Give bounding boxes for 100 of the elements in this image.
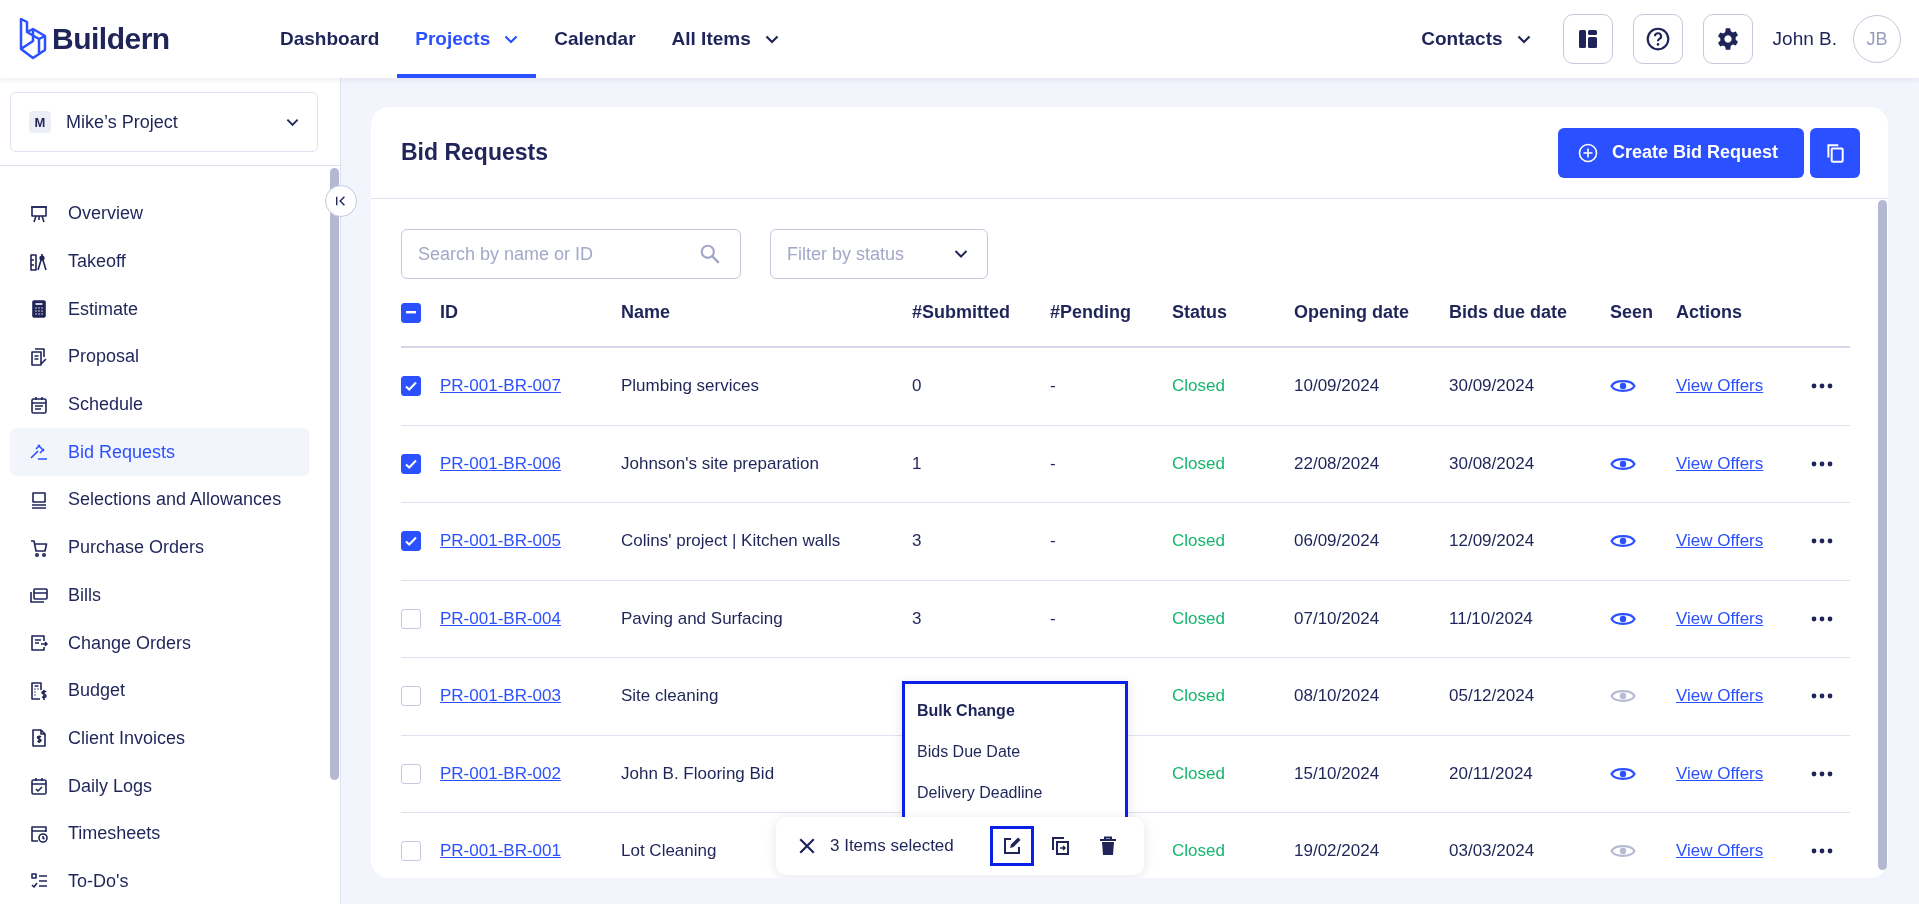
row-checkbox[interactable] <box>401 453 421 474</box>
bid-id-link[interactable]: PR-001-BR-006 <box>440 453 561 474</box>
sidebar-item[interactable]: To-Do's <box>10 857 309 904</box>
status-text: Closed <box>1172 608 1225 629</box>
nav-tab[interactable]: Projects <box>397 0 537 78</box>
column-header: ID <box>440 302 458 323</box>
menu-title: Bulk Change <box>917 701 1016 722</box>
bid-id-link[interactable]: PR-001-BR-003 <box>440 686 561 707</box>
compass-icon <box>29 251 49 272</box>
change-icon <box>29 633 49 654</box>
table-cell: 19/02/2024 <box>1294 841 1380 862</box>
more-icon[interactable] <box>1811 848 1833 855</box>
chevron-down-icon <box>954 249 968 259</box>
sidebar-item[interactable]: Change Orders <box>10 619 309 667</box>
table-cell: 3 <box>912 531 922 552</box>
table-cell: - <box>1050 531 1056 552</box>
sidebar-item[interactable]: Bid Requests <box>10 428 309 477</box>
table-cell: 30/08/2024 <box>1449 453 1535 474</box>
column-header: Actions <box>1676 302 1742 323</box>
edit-icon <box>1001 835 1023 857</box>
check-icon <box>29 776 49 797</box>
collapse-button[interactable] <box>325 185 357 217</box>
sidebar-item[interactable]: Client Invoices <box>10 714 309 763</box>
edit-button[interactable] <box>990 826 1034 866</box>
bid-id-link[interactable]: PR-001-BR-005 <box>440 531 561 552</box>
project-name: Mike’s Project <box>66 111 178 133</box>
status-filter-dropdown[interactable]: Filter by status <box>770 229 988 279</box>
table-cell: 12/09/2024 <box>1449 531 1535 552</box>
table-cell: 10/09/2024 <box>1294 376 1380 397</box>
bid-id-link[interactable]: PR-001-BR-007 <box>440 376 561 397</box>
table-cell: Paving and Surfacing <box>621 608 783 629</box>
menu-option[interactable]: Delivery Deadline <box>917 772 1113 813</box>
more-icon[interactable] <box>1811 615 1833 622</box>
page-title: Bid Requests <box>401 139 548 166</box>
table-cell: 0 <box>912 376 922 397</box>
create-bid-request-button[interactable]: Create Bid Request <box>1557 127 1804 178</box>
close-icon[interactable] <box>798 837 816 855</box>
calculator-icon <box>29 299 49 320</box>
view-offers-link[interactable]: View Offers <box>1676 531 1764 552</box>
view-offers-link[interactable]: View Offers <box>1676 841 1764 862</box>
minus-icon <box>406 311 416 314</box>
table-cell: 3 <box>912 608 922 629</box>
row-checkbox[interactable] <box>401 376 421 397</box>
nav-tab[interactable]: Calendar <box>536 0 654 78</box>
column-header: Seen <box>1610 302 1654 323</box>
settings-button[interactable] <box>1702 14 1753 64</box>
sidebar-item[interactable]: Bills <box>10 571 309 620</box>
table-cell: 07/10/2024 <box>1294 608 1380 629</box>
table-cell: 30/09/2024 <box>1449 376 1535 397</box>
view-offers-link[interactable]: View Offers <box>1676 686 1764 707</box>
document-icon <box>29 346 49 367</box>
layout-button[interactable] <box>1562 14 1613 64</box>
menu-option[interactable]: Bids Due Date <box>917 731 1113 773</box>
more-icon[interactable] <box>1811 383 1833 390</box>
table-cell: 05/12/2024 <box>1449 686 1535 707</box>
row-checkbox[interactable] <box>401 531 421 552</box>
status-text: Closed <box>1172 376 1225 397</box>
search-icon <box>699 243 721 265</box>
sidebar-item[interactable]: Daily Logs <box>10 762 309 810</box>
bid-id-link[interactable]: PR-001-BR-004 <box>440 608 561 629</box>
sidebar-item[interactable]: Overview <box>10 190 309 238</box>
table-cell: 15/10/2024 <box>1294 763 1380 784</box>
view-offers-link[interactable]: View Offers <box>1676 376 1764 397</box>
table-cell: 03/03/2024 <box>1449 841 1535 862</box>
table-cell: 1 <box>912 453 922 474</box>
view-offers-link[interactable]: View Offers <box>1676 453 1764 474</box>
table-cell: 08/10/2024 <box>1294 686 1380 707</box>
laptop-icon <box>29 489 49 510</box>
bid-id-link[interactable]: PR-001-BR-001 <box>440 841 561 862</box>
cards-icon <box>29 585 49 606</box>
more-icon[interactable] <box>1811 693 1833 700</box>
more-icon[interactable] <box>1811 538 1833 545</box>
sidebar-item[interactable]: Purchase Orders <box>10 523 309 572</box>
table-cell: - <box>1050 453 1056 474</box>
help-button[interactable] <box>1632 14 1683 64</box>
nav-tab[interactable]: Dashboard <box>262 0 398 78</box>
table-cell: - <box>1050 376 1056 397</box>
more-icon[interactable] <box>1811 460 1833 467</box>
search-field[interactable]: Search by name or ID <box>401 229 741 279</box>
view-offers-link[interactable]: View Offers <box>1676 763 1764 784</box>
scrollbar[interactable] <box>330 168 339 780</box>
contacts-menu[interactable]: Contacts <box>1403 0 1543 78</box>
nav-tab[interactable]: All Items <box>653 0 797 78</box>
scrollbar[interactable] <box>1878 200 1887 870</box>
view-offers-link[interactable]: View Offers <box>1676 608 1764 629</box>
sidebar-item[interactable]: Schedule <box>10 380 309 429</box>
sidebar-item[interactable]: Timesheets <box>10 809 309 858</box>
sidebar-item[interactable]: Budget <box>10 666 309 715</box>
table-cell: John B. Flooring Bid <box>621 763 775 784</box>
select-all-checkbox[interactable] <box>401 302 421 323</box>
table-cell: 22/08/2024 <box>1294 453 1380 474</box>
sidebar-item[interactable]: Selections and Allowances <box>10 476 309 524</box>
project-selector[interactable]: M Mike’s Project <box>10 92 318 152</box>
bid-id-link[interactable]: PR-001-BR-002 <box>440 763 561 784</box>
sidebar-item[interactable]: Estimate <box>10 285 309 334</box>
column-header: Status <box>1172 302 1227 323</box>
project-badge: M <box>29 111 51 133</box>
sidebar-item[interactable]: Takeoff <box>10 237 309 286</box>
sidebar-item[interactable]: Proposal <box>10 333 309 381</box>
more-icon[interactable] <box>1811 770 1833 777</box>
